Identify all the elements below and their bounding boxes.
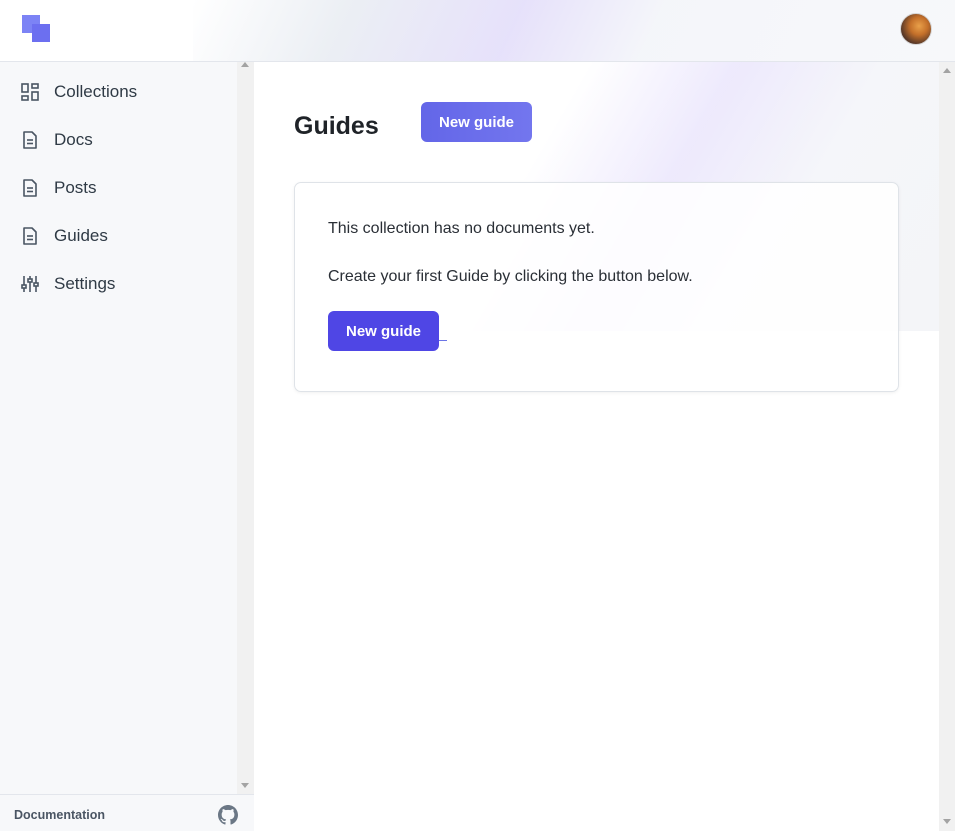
sidebar-scrollbar[interactable] <box>237 62 254 794</box>
user-avatar[interactable] <box>900 13 932 45</box>
sidebar-item-settings[interactable]: Settings <box>0 260 237 308</box>
sidebar-item-label: Docs <box>54 130 93 149</box>
document-icon <box>23 227 37 245</box>
top-bar <box>0 0 955 62</box>
sidebar-item-posts[interactable]: Posts <box>0 164 237 212</box>
github-icon[interactable] <box>218 805 238 825</box>
scroll-up-arrow-icon[interactable] <box>241 62 249 67</box>
logo-square-front <box>32 24 50 42</box>
scroll-up-arrow-icon[interactable] <box>943 68 951 73</box>
scroll-down-arrow-icon[interactable] <box>241 783 249 788</box>
sidebar-item-docs[interactable]: Docs <box>0 116 237 164</box>
app-logo[interactable] <box>22 15 51 44</box>
document-icon <box>23 131 37 149</box>
documentation-link[interactable]: Documentation <box>14 808 105 822</box>
empty-state-message: This collection has no documents yet. <box>328 220 595 237</box>
sidebar: Collections Docs Posts Guides Settings <box>0 62 237 831</box>
sliders-icon <box>21 276 39 292</box>
main-scrollbar[interactable] <box>939 62 955 831</box>
sidebar-item-collections[interactable]: Collections <box>0 68 237 116</box>
sidebar-item-label: Collections <box>54 82 138 101</box>
empty-state-instruction: Create your first Guide by clicking the … <box>328 268 693 285</box>
empty-state-card: This collection has no documents yet. Cr… <box>294 182 899 392</box>
document-icon <box>23 179 37 197</box>
sidebar-item-label: Guides <box>54 226 108 245</box>
sidebar-item-label: Posts <box>54 178 97 197</box>
new-guide-button[interactable]: New guide <box>421 102 532 142</box>
focus-indicator <box>439 340 447 341</box>
sidebar-item-label: Settings <box>54 274 116 293</box>
grid-icon <box>21 83 39 101</box>
sidebar-item-guides[interactable]: Guides <box>0 212 237 260</box>
page-title: Guides <box>294 112 379 140</box>
scroll-down-arrow-icon[interactable] <box>943 819 951 824</box>
header-background <box>193 0 955 61</box>
new-guide-button-card[interactable]: New guide <box>328 311 439 351</box>
sidebar-footer: Documentation <box>0 794 254 831</box>
